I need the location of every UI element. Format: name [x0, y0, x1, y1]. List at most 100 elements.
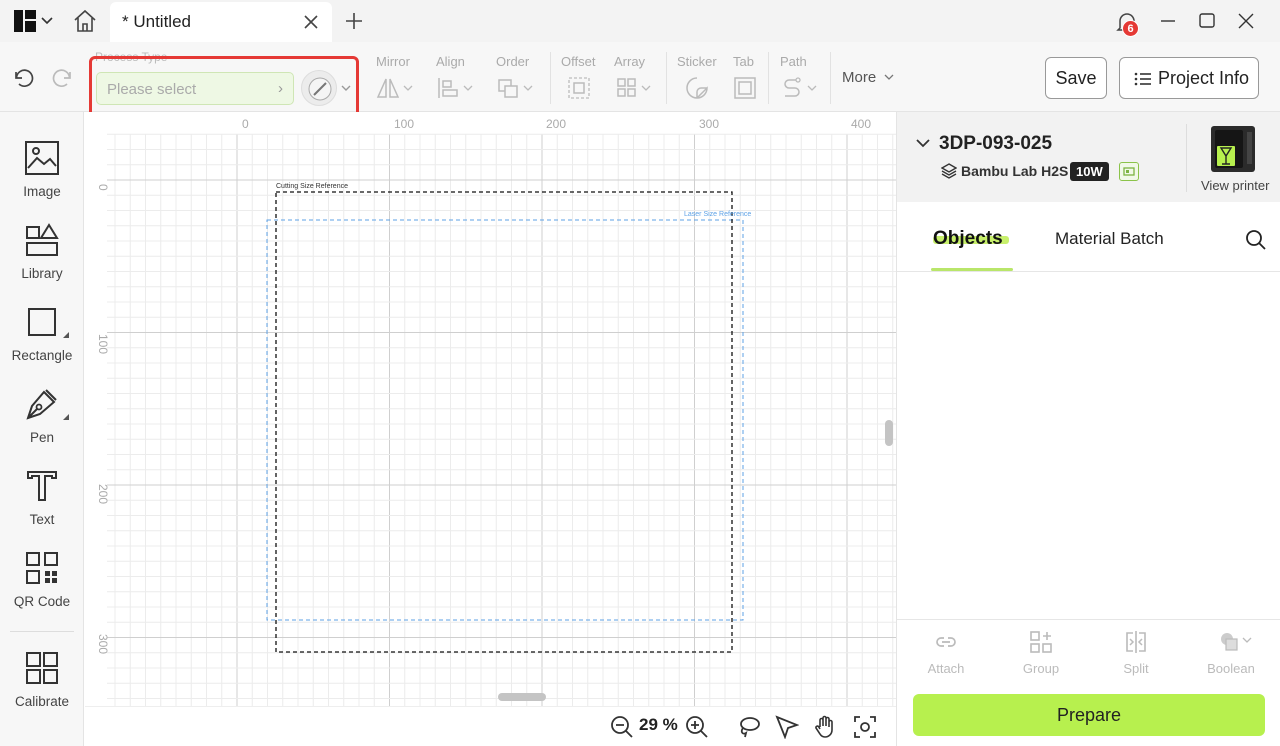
image-tool-label: Image — [23, 184, 61, 199]
canvas-grid: 0 100 200 300 400 0 100 200 300 — [96, 117, 896, 706]
horizontal-scrollbar[interactable] — [498, 693, 546, 701]
tab-untitled[interactable]: * Untitled — [110, 2, 332, 42]
text-tool-label: Text — [29, 512, 55, 527]
split-icon — [1126, 631, 1146, 653]
zoom-in-icon[interactable] — [685, 715, 709, 739]
printer-name[interactable]: 3DP-093-025 — [939, 133, 1052, 155]
tab-group-label: Tab — [733, 54, 754, 69]
tab-material-batch[interactable]: Material Batch — [1055, 229, 1164, 249]
group-button[interactable]: Group — [1001, 630, 1081, 680]
mirror-label: Mirror — [376, 54, 410, 69]
array-label: Array — [614, 54, 646, 69]
app-logo-icon[interactable] — [14, 10, 36, 32]
text-tool[interactable]: Text — [0, 468, 84, 540]
rectangle-icon — [28, 308, 56, 336]
submenu-indicator — [63, 332, 69, 338]
toolbar-divider — [666, 52, 667, 104]
calibrate-tool[interactable]: Calibrate — [0, 650, 84, 722]
tabs-divider — [897, 271, 1280, 272]
slash-tool-icon — [308, 77, 332, 101]
vertical-ruler: 0 100 200 300 — [96, 184, 110, 654]
chevron-down-icon — [884, 74, 894, 80]
view-printer-link[interactable]: View printer — [1201, 178, 1269, 193]
pen-icon — [26, 389, 57, 420]
more-label: More — [842, 69, 877, 86]
image-tool[interactable]: Image — [0, 140, 84, 212]
ruler-tick-label: 200 — [546, 117, 566, 131]
path-icon[interactable] — [782, 76, 822, 100]
image-icon — [25, 141, 59, 175]
offset-label: Offset — [561, 54, 596, 69]
laser-module-icon — [1119, 162, 1139, 181]
array-icon[interactable] — [616, 76, 656, 100]
home-icon[interactable] — [72, 9, 98, 33]
minimize-icon[interactable] — [1158, 12, 1178, 30]
close-icon[interactable] — [302, 13, 320, 31]
chevron-right-icon: › — [278, 80, 283, 97]
order-icon[interactable] — [497, 76, 537, 100]
ruler-tick-label: 400 — [851, 117, 871, 131]
project-info-button[interactable]: Project Info — [1119, 57, 1259, 99]
laser-reference-label: Laser Size Reference — [684, 211, 752, 218]
mirror-icon[interactable] — [376, 76, 416, 100]
pen-tool[interactable]: Pen — [0, 386, 84, 458]
camera-scan-icon[interactable] — [853, 715, 877, 739]
prepare-button[interactable]: Prepare — [913, 694, 1265, 736]
ruler-tick-label: 300 — [699, 117, 719, 131]
rectangle-tool[interactable]: Rectangle — [0, 304, 84, 376]
calibrate-tool-label: Calibrate — [14, 694, 70, 709]
qr-code-tool[interactable]: QR Code — [0, 550, 84, 622]
chevron-down-icon[interactable] — [915, 136, 931, 150]
maximize-icon[interactable] — [1197, 12, 1217, 30]
boolean-button[interactable]: Boolean — [1191, 630, 1271, 680]
left-tool-sidebar: Image Library Rectangle Pen Text QR Code… — [0, 112, 84, 746]
align-icon[interactable] — [437, 76, 477, 100]
process-type-placeholder: Please select — [107, 81, 197, 98]
search-icon[interactable] — [1245, 229, 1267, 251]
ruler-tick-label: 0 — [96, 184, 110, 191]
tab-icon[interactable] — [733, 76, 757, 100]
text-icon — [27, 471, 57, 501]
submenu-indicator — [63, 414, 69, 420]
qr-code-tool-label: QR Code — [13, 594, 71, 609]
save-button[interactable]: Save — [1045, 57, 1107, 99]
horizontal-ruler: 0 100 200 300 400 — [242, 117, 871, 131]
laser-tool-button[interactable] — [301, 70, 337, 106]
process-type-label: Process Type — [95, 50, 168, 64]
design-canvas[interactable]: 0 100 200 300 400 0 100 200 300 — [85, 112, 896, 706]
redo-icon[interactable] — [50, 66, 76, 90]
list-icon — [1134, 72, 1151, 86]
chevron-down-icon[interactable] — [40, 13, 54, 27]
link-icon — [936, 637, 956, 647]
path-label: Path — [780, 54, 807, 69]
library-icon — [26, 223, 59, 256]
lasso-icon[interactable] — [737, 715, 761, 739]
boolean-label: Boolean — [1207, 661, 1255, 676]
process-type-select[interactable]: Please select › — [96, 72, 294, 105]
printer-device-icon[interactable] — [1209, 124, 1257, 174]
offset-icon[interactable] — [567, 76, 591, 100]
vertical-scrollbar[interactable] — [885, 420, 893, 446]
zoom-out-icon[interactable] — [610, 715, 634, 739]
window-close-icon[interactable] — [1236, 12, 1256, 30]
project-info-label: Project Info — [1158, 68, 1250, 88]
more-button[interactable]: More — [842, 69, 895, 86]
tab-objects[interactable]: Objects — [933, 228, 1003, 250]
title-bar: * Untitled 6 — [0, 0, 1280, 42]
layers-icon — [941, 163, 957, 179]
split-button[interactable]: Split — [1096, 630, 1176, 680]
hand-pan-icon[interactable] — [813, 715, 837, 739]
chevron-down-icon[interactable] — [340, 82, 352, 94]
plus-icon[interactable] — [343, 10, 365, 32]
notification-badge: 6 — [1122, 20, 1139, 37]
attach-button[interactable]: Attach — [906, 630, 986, 680]
ruler-tick-label: 300 — [96, 634, 110, 654]
sticker-icon[interactable] — [685, 76, 711, 100]
laser-size-reference-box — [266, 219, 744, 621]
undo-icon[interactable] — [10, 66, 36, 90]
library-tool-label: Library — [21, 266, 63, 281]
align-label: Align — [436, 54, 465, 69]
toolbar-divider — [768, 52, 769, 104]
select-tool-icon[interactable] — [775, 715, 799, 739]
library-tool[interactable]: Library — [0, 222, 84, 294]
